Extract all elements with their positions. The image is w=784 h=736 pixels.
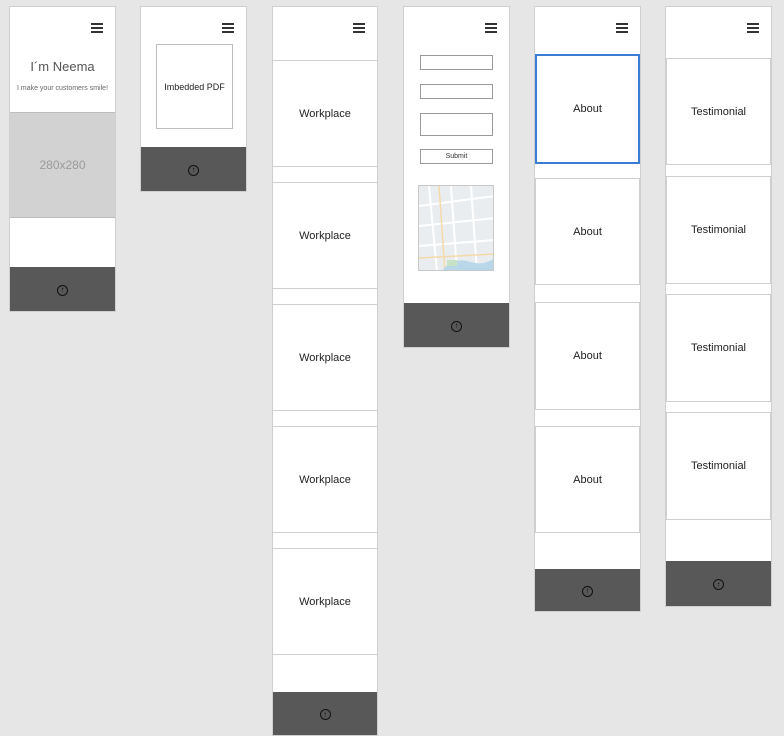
hamburger-menu-icon[interactable] — [91, 23, 103, 33]
screen-testimonials: Testimonial Testimonial Testimonial Test… — [665, 6, 772, 607]
about-card[interactable]: About — [535, 178, 640, 285]
arrow-up-circle-icon[interactable]: ↑ — [713, 579, 724, 590]
testimonial-card[interactable]: Testimonial — [666, 58, 771, 165]
card-label: Workplace — [299, 595, 351, 608]
about-card-selected[interactable]: About — [535, 54, 640, 164]
arrow-up-circle-icon[interactable]: ↑ — [57, 284, 68, 296]
card-label: Testimonial — [690, 460, 747, 472]
arrow-up-circle-icon[interactable]: ↑ — [188, 164, 199, 176]
map-graphic — [419, 186, 493, 270]
footer: ↑ — [535, 569, 640, 611]
embedded-pdf-label: Imbedded PDF — [164, 81, 225, 92]
hamburger-menu-icon[interactable] — [222, 23, 234, 33]
workplace-card[interactable]: Workplace — [273, 60, 377, 167]
workplace-card[interactable]: Workplace — [273, 304, 377, 411]
card-label: About — [573, 473, 602, 486]
arrow-up-circle-icon[interactable]: ↑ — [319, 709, 331, 720]
message-field[interactable] — [420, 113, 493, 136]
testimonial-card[interactable]: Testimonial — [666, 176, 771, 284]
hamburger-menu-icon[interactable] — [616, 23, 628, 33]
workplace-card[interactable]: Workplace — [273, 182, 377, 289]
submit-button[interactable]: Submit — [420, 149, 493, 164]
submit-button-label: Submit — [445, 153, 468, 160]
about-card[interactable]: About — [535, 302, 640, 410]
workplace-card[interactable]: Workplace — [273, 426, 377, 533]
hamburger-menu-icon[interactable] — [747, 23, 759, 33]
card-label: About — [573, 350, 602, 362]
card-label: Testimonial — [690, 224, 747, 236]
screen-about: About About About About ↑ — [534, 6, 641, 612]
footer: ↑ — [404, 303, 509, 347]
card-label: Workplace — [299, 107, 351, 120]
arrow-up-circle-icon[interactable]: ↑ — [451, 320, 462, 332]
name-field[interactable] — [420, 55, 493, 70]
about-card[interactable]: About — [535, 426, 640, 533]
workplace-card[interactable]: Workplace — [273, 548, 377, 655]
email-field[interactable] — [420, 84, 493, 99]
card-label: About — [573, 103, 602, 115]
card-label: Testimonial — [690, 105, 747, 118]
hamburger-menu-icon[interactable] — [353, 23, 365, 33]
footer: ↑ — [666, 561, 771, 606]
arrow-up-circle-icon[interactable]: ↑ — [582, 585, 593, 597]
testimonial-card[interactable]: Testimonial — [666, 412, 771, 520]
screen-workplace: Workplace Workplace Workplace Workplace … — [272, 6, 378, 736]
map[interactable] — [418, 185, 494, 271]
screen-pdf: Imbedded PDF ↑ — [140, 6, 247, 192]
card-label: Workplace — [299, 229, 351, 242]
screen-home: I´m Neema I make your customers smile! 2… — [9, 6, 116, 312]
testimonial-card[interactable]: Testimonial — [666, 294, 771, 402]
image-placeholder-label: 280x280 — [39, 158, 86, 172]
hero-subtitle: I make your customers smile! — [16, 85, 109, 92]
hamburger-menu-icon[interactable] — [485, 23, 497, 33]
card-label: Testimonial — [690, 342, 747, 354]
card-label: About — [573, 225, 602, 238]
embedded-pdf[interactable]: Imbedded PDF — [156, 44, 233, 129]
footer: ↑ — [273, 692, 377, 735]
footer: ↑ — [141, 147, 246, 191]
hero-title: I´m Neema — [30, 59, 95, 74]
image-placeholder: 280x280 — [10, 112, 115, 218]
footer: ↑ — [10, 267, 115, 311]
screen-contact: Submit ↑ — [403, 6, 510, 348]
card-label: Workplace — [299, 473, 351, 486]
card-label: Workplace — [299, 351, 351, 364]
